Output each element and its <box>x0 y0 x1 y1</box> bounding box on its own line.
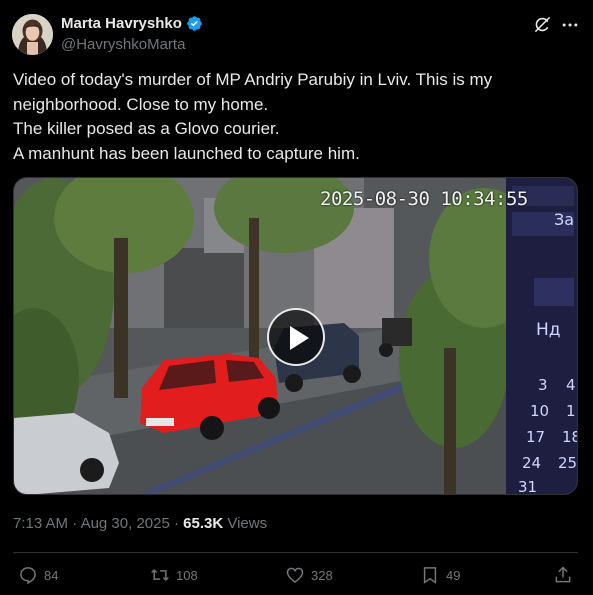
tweet-text-line: Video of today's murder of MP Andriy Par… <box>13 70 493 89</box>
sign-text: 17 <box>526 428 546 446</box>
display-name[interactable]: Marta Havryshko <box>61 15 182 32</box>
sign-text: 18 <box>562 428 577 446</box>
grok-icon[interactable] <box>533 15 552 34</box>
tweet-text-line: The killer posed as a Glovo courier. <box>13 119 280 138</box>
play-button[interactable] <box>267 308 325 366</box>
sign-text: 4 <box>566 376 576 394</box>
reply-button[interactable]: 84 <box>18 565 58 585</box>
bookmark-button[interactable]: 49 <box>420 565 460 585</box>
divider <box>13 552 578 553</box>
tweet-meta: 7:13 AM · Aug 30, 2025 · 65.3K Views <box>13 515 267 532</box>
tweet-text: Video of today's murder of MP Andriy Par… <box>13 68 578 166</box>
avatar-image <box>12 14 53 55</box>
avatar[interactable] <box>12 14 53 55</box>
sign-text: 24 <box>522 454 542 472</box>
verified-icon <box>187 16 202 31</box>
tweet-date[interactable]: Aug 30, 2025 <box>81 515 170 532</box>
play-icon <box>290 326 309 350</box>
sign-text: 10 <box>530 402 550 420</box>
like-button[interactable]: 328 <box>285 565 333 585</box>
bookmark-icon <box>423 567 437 584</box>
repost-button[interactable]: 108 <box>150 565 198 585</box>
video-timestamp-overlay: 2025-08-30 10:34:55 <box>320 188 528 210</box>
share-button[interactable] <box>553 565 573 585</box>
author-name-row: Marta Havryshko <box>61 15 203 32</box>
repost-count: 108 <box>176 567 198 583</box>
tweet-text-line: neighborhood. Close to my home. <box>13 94 269 114</box>
tweet-time[interactable]: 7:13 AM <box>13 515 68 532</box>
like-icon <box>286 567 304 584</box>
repost-icon <box>151 568 169 582</box>
more-icon[interactable] <box>560 15 580 35</box>
reply-count: 84 <box>44 567 59 583</box>
author-handle[interactable]: @HavryshkoMarta <box>61 36 185 53</box>
sign-text: 25 <box>558 454 578 472</box>
tweet: Marta Havryshko @HavryshkoMarta Video of… <box>0 0 593 595</box>
sign-text: 3 <box>538 376 548 394</box>
sign-text: Нд <box>536 320 561 340</box>
sign-text: За <box>554 210 575 229</box>
meta-separator: · <box>68 515 81 532</box>
meta-separator: · <box>169 515 184 532</box>
tweet-text-line: A manhunt has been launched to capture h… <box>13 143 360 163</box>
views-count: 65.3K <box>183 515 224 532</box>
views-label: Views <box>227 515 268 532</box>
bookmark-count: 49 <box>446 567 461 583</box>
video-player[interactable]: 2025-08-30 10:34:55 За Нд 3 10 17 24 31 … <box>13 177 578 495</box>
sign-text: 1 <box>566 402 576 420</box>
sign-text: 31 <box>518 478 538 495</box>
reply-icon <box>20 567 36 585</box>
like-count: 328 <box>311 567 333 583</box>
share-icon <box>555 566 571 583</box>
